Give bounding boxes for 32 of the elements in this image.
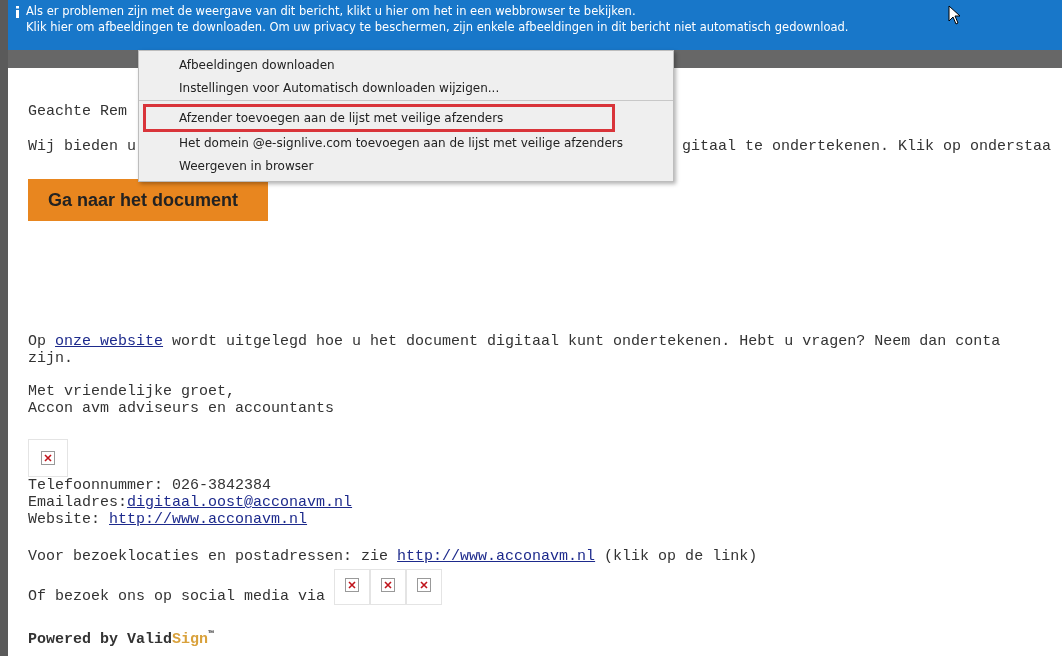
website-link[interactable]: onze website (55, 333, 164, 350)
mouse-cursor-icon (948, 5, 962, 25)
broken-image-icon (345, 578, 360, 592)
contact-text: Emailadres:digitaal.oost@acconavm.nl (28, 494, 353, 511)
body-text: Of bezoek ons op social media via (28, 588, 327, 605)
body-text: Op onze website wordt uitgelegd hoe u het document digitaal kunt ondertekenen. Hebt u vragen? Neem dan conta (28, 333, 1001, 350)
contact-link[interactable]: http://www.acconavm.nl (109, 511, 308, 528)
broken-image-icon (41, 451, 55, 465)
menu-item[interactable]: Weergeven in browser (139, 155, 673, 178)
document-button[interactable]: Ga naar het document (28, 179, 268, 221)
signature-text: Accon avm adviseurs en accountants (28, 400, 335, 417)
powered-by-text: Powered by ValidSign$^{™}$ (28, 629, 215, 648)
menu-item[interactable]: Afbeeldingen downloaden (139, 54, 673, 77)
contact-link[interactable]: digitaal.oost@acconavm.nl (127, 494, 353, 511)
body-text: gitaal te ondertekenen. Klik op onderstaa (682, 138, 1052, 155)
menu-item[interactable]: Instellingen voor Automatisch downloaden wijzigen... (139, 77, 673, 101)
menu-item[interactable]: Afzender toevoegen aan de lijst met veilige afzenders (143, 104, 615, 132)
signature-text: Met vriendelijke groet, (28, 383, 236, 400)
contact-text: Website: http://www.acconavm.nl (28, 511, 308, 528)
broken-image-icon (417, 578, 432, 592)
menu-item[interactable]: Het domein @e-signlive.com toevoegen aan de lijst met veilige afzenders (139, 132, 673, 155)
body-text: Wij bieden u (28, 138, 137, 155)
greeting-text: Geachte Rem (28, 103, 128, 120)
website-link[interactable]: http://www.acconavm.nl (397, 548, 596, 565)
contact-text: Telefoonnummer: 026-3842384 (28, 477, 272, 494)
body-text: zijn. (28, 350, 73, 367)
info-bar-text[interactable]: Als er problemen zijn met de weergave van dit bericht, klikt u hier om het in een webbrowser te bekijken. (26, 4, 849, 18)
info-bar-text[interactable]: Klik hier om afbeeldingen te downloaden. Om uw privacy te beschermen, zijn enkele afbeeldingen in dit bericht niet automatisch gedownload. (26, 20, 849, 34)
broken-image-icon (381, 578, 396, 592)
info-bar[interactable] (8, 0, 1062, 50)
body-text: Voor bezoeklocaties en postadressen: zie http://www.acconavm.nl (klik op de link) (28, 548, 758, 565)
info-icon (15, 6, 20, 18)
